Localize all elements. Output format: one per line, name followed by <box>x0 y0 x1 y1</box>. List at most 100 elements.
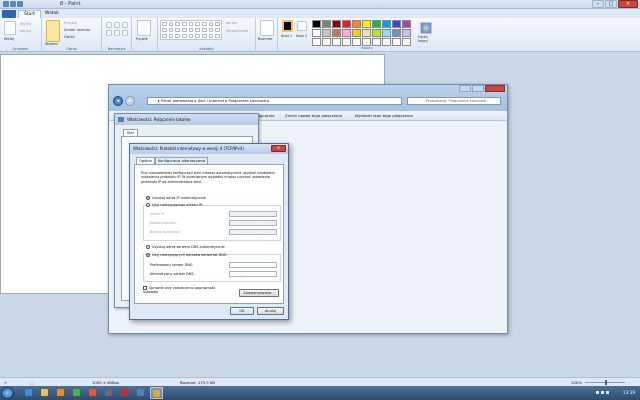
color-swatch[interactable] <box>382 38 391 46</box>
start-button[interactable] <box>1 387 14 399</box>
color-swatch[interactable] <box>402 38 411 46</box>
clock[interactable]: 13:39 <box>623 390 635 395</box>
ok-button[interactable]: OK <box>230 307 254 315</box>
taskbar-media-player-icon[interactable] <box>54 387 67 399</box>
crop-button[interactable]: Przytnij <box>64 21 77 25</box>
color2-swatch[interactable] <box>297 21 307 31</box>
cancel-button[interactable]: Anuluj <box>257 307 284 315</box>
undo-icon[interactable] <box>17 1 23 7</box>
taskbar-network-icon[interactable] <box>134 387 147 399</box>
preferred-dns-field[interactable]: . . . <box>229 262 277 268</box>
tab-network[interactable]: Sieć <box>123 129 139 136</box>
fill-icon[interactable] <box>114 22 120 28</box>
tab-start[interactable]: Start <box>18 10 41 18</box>
color-swatch[interactable] <box>362 29 371 37</box>
radio-auto-dns[interactable]: Uzyskaj adres serwera DNS automatycznie <box>146 245 225 249</box>
color-swatch[interactable] <box>362 38 371 46</box>
explorer-maximize-button[interactable] <box>472 85 484 92</box>
alternate-dns-field[interactable]: . . . <box>229 271 277 277</box>
color-swatch[interactable] <box>372 20 381 28</box>
color-swatch[interactable] <box>332 29 341 37</box>
tab-general[interactable]: Ogólne <box>136 157 155 164</box>
color-swatch[interactable] <box>332 20 341 28</box>
taskbar-app-icon[interactable] <box>102 387 115 399</box>
taskbar-ie-icon[interactable] <box>22 387 35 399</box>
paste-button[interactable] <box>4 21 16 35</box>
rotate-button[interactable]: Obróć <box>64 35 75 39</box>
copy-button[interactable]: Kopiuj <box>20 29 31 33</box>
size-button[interactable] <box>260 20 274 36</box>
color-swatch[interactable] <box>342 38 351 46</box>
explorer-close-button[interactable] <box>485 85 505 92</box>
back-button[interactable]: ◂ <box>113 96 123 106</box>
view-status-button[interactable]: Wyświetl stan tego połączenia <box>355 113 413 118</box>
color-swatch[interactable] <box>352 29 361 37</box>
advanced-button[interactable]: Zaawansowane... <box>239 289 279 297</box>
color-swatch[interactable] <box>312 20 321 28</box>
color-swatch[interactable] <box>322 38 331 46</box>
taskbar-chrome-icon[interactable] <box>70 387 83 399</box>
color-swatch[interactable] <box>342 29 351 37</box>
taskbar-firefox-icon[interactable] <box>86 387 99 399</box>
brush-icon[interactable] <box>137 20 151 36</box>
forward-button[interactable]: ▸ <box>125 96 135 106</box>
color-swatch[interactable] <box>362 20 371 28</box>
dialog-close-button[interactable]: × <box>271 145 286 152</box>
cut-button[interactable]: Wytnij <box>20 22 31 26</box>
color-swatch[interactable] <box>372 29 381 37</box>
tab-view[interactable]: Widok <box>40 10 64 18</box>
select-button[interactable] <box>46 20 60 42</box>
taskbar-app-icon[interactable] <box>118 387 131 399</box>
paint-app-icon[interactable] <box>3 1 9 7</box>
color-swatch[interactable] <box>372 38 381 46</box>
flag-icon[interactable] <box>606 391 609 394</box>
validate-settings-checkbox[interactable]: Sprawdź przy zakończeniu poprawność usta… <box>143 286 223 294</box>
magnifier-icon[interactable] <box>122 30 128 36</box>
edit-colors-icon[interactable] <box>420 22 432 34</box>
resize-button[interactable]: Zmień rozmiar <box>64 28 90 32</box>
file-menu-button[interactable] <box>2 10 16 18</box>
close-button[interactable]: × <box>618 0 638 8</box>
volume-icon[interactable] <box>601 391 604 394</box>
color-swatch[interactable] <box>352 38 361 46</box>
default-gateway-field[interactable]: . . . <box>229 229 277 235</box>
pencil-icon[interactable] <box>106 22 112 28</box>
radio-manual-dns[interactable]: Użyj następujących adresów serwerów DNS: <box>146 253 227 257</box>
text-icon[interactable] <box>122 22 128 28</box>
color-swatch[interactable] <box>322 20 331 28</box>
color-swatch[interactable] <box>392 29 401 37</box>
address-bar[interactable]: ▸ Panel sterowania ▸ Sieć i Internet ▸ P… <box>147 97 402 105</box>
outline-dropdown[interactable]: Kontur <box>226 21 238 25</box>
color-swatch[interactable] <box>402 29 411 37</box>
rename-button[interactable]: Zmień nazwę tego połączenia <box>285 113 342 118</box>
color1-swatch[interactable] <box>282 20 293 32</box>
maximize-button[interactable]: □ <box>605 0 617 8</box>
color-swatch[interactable] <box>312 29 321 37</box>
fill-dropdown[interactable]: Wypełnienie <box>226 29 248 33</box>
explorer-minimize-button[interactable] <box>459 85 471 92</box>
color-swatch[interactable] <box>392 38 401 46</box>
color-swatch[interactable] <box>312 38 321 46</box>
search-input[interactable]: Przeszukaj: Połączenia sieciowe <box>407 97 501 105</box>
color-swatch[interactable] <box>392 20 401 28</box>
color-swatch[interactable] <box>382 29 391 37</box>
color-swatch[interactable] <box>332 38 341 46</box>
ip-address-field[interactable]: . . . <box>229 211 277 217</box>
radio-auto-ip[interactable]: Uzyskaj adres IP automatycznie <box>146 196 206 200</box>
taskbar-paint-icon[interactable] <box>150 387 163 399</box>
zoom-slider-thumb[interactable] <box>605 380 607 385</box>
eraser-icon[interactable] <box>106 30 112 36</box>
subnet-mask-field[interactable]: . . . <box>229 220 277 226</box>
color-swatch[interactable] <box>382 20 391 28</box>
taskbar-explorer-icon[interactable] <box>38 387 51 399</box>
shape-gallery[interactable] <box>160 20 222 40</box>
tab-alternate-config[interactable]: Konfiguracja alternatywna <box>155 157 209 164</box>
save-icon[interactable] <box>10 1 16 7</box>
color-swatch[interactable] <box>322 29 331 37</box>
minimize-button[interactable]: – <box>592 0 604 8</box>
radio-manual-ip[interactable]: Użyj następującego adresu IP: <box>146 203 203 207</box>
color-swatch[interactable] <box>402 20 411 28</box>
color-swatch[interactable] <box>342 20 351 28</box>
color-picker-icon[interactable] <box>114 30 120 36</box>
network-icon[interactable] <box>596 391 599 394</box>
